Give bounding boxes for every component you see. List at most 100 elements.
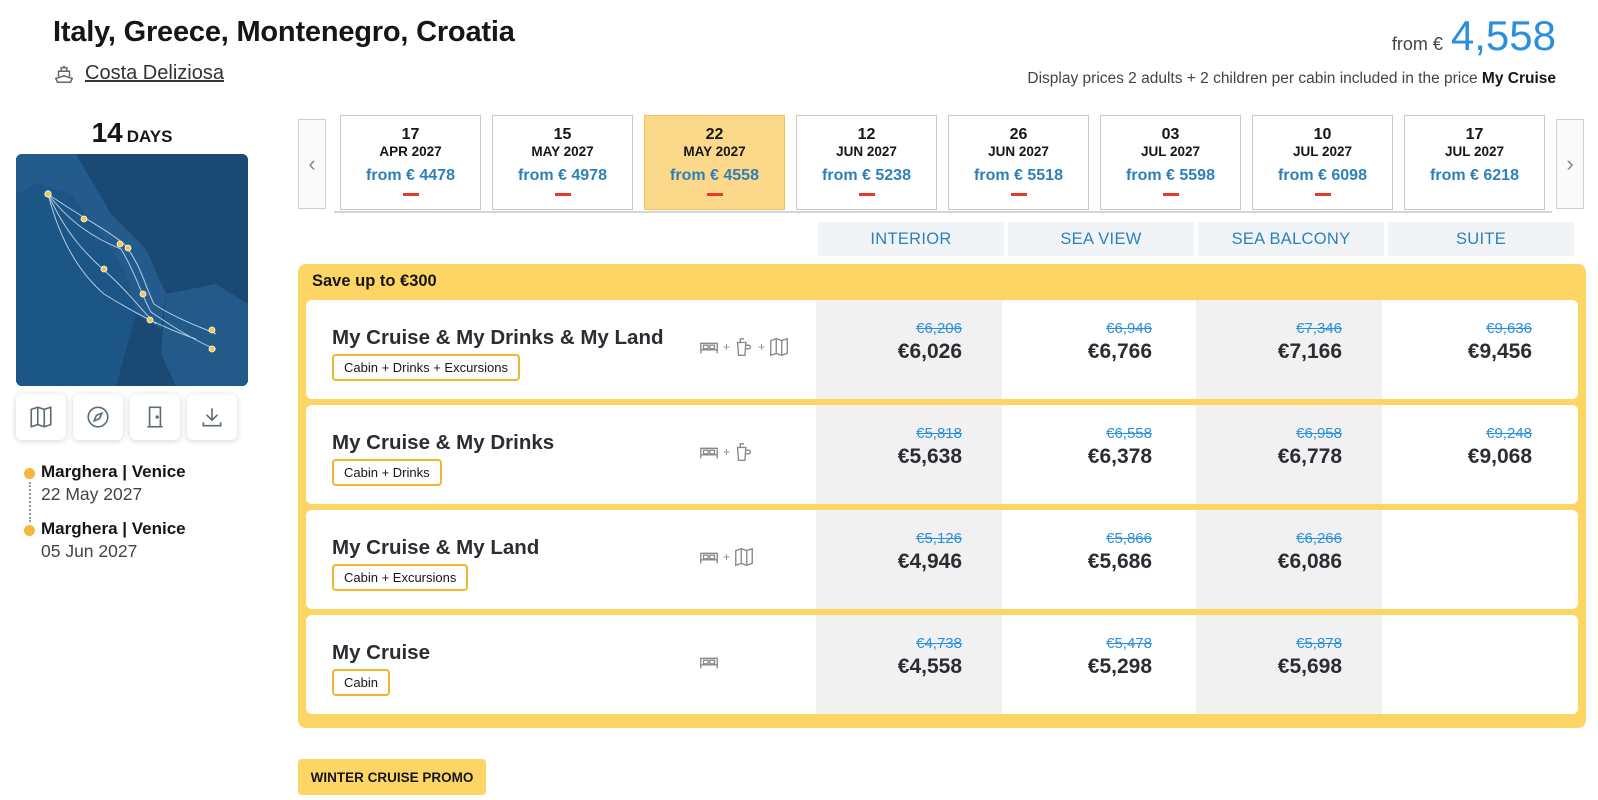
- date-card[interactable]: 15 MAY 2027 from € 4978: [492, 115, 633, 210]
- ship-link[interactable]: Costa Deliziosa: [53, 62, 224, 85]
- price-old: €6,958: [1296, 425, 1342, 442]
- price-new: €4,558: [897, 655, 962, 678]
- package-name: My Cruise & My Drinks: [332, 431, 555, 454]
- date-card[interactable]: 17 JUL 2027 from € 6218: [1404, 115, 1545, 210]
- map-view-button[interactable]: [16, 394, 66, 440]
- price-from-label: from €: [1391, 34, 1443, 54]
- price-new: €5,298: [1087, 655, 1152, 678]
- date-card-selected[interactable]: 22 MAY 2027 from € 4558: [644, 115, 785, 210]
- price-old: €5,478: [1106, 635, 1152, 652]
- date-month: JUN 2027: [988, 144, 1049, 159]
- package-icons: [698, 651, 720, 673]
- price-disclaimer: Display prices 2 adults + 2 children per…: [1027, 70, 1556, 88]
- price-cell-sea-view[interactable]: €6,558 €6,378: [1006, 405, 1192, 504]
- date-price: from € 6098: [1278, 167, 1367, 184]
- package-tag: Cabin + Excursions: [332, 564, 469, 591]
- disclaimer-bold: My Cruise: [1481, 70, 1556, 87]
- explore-button[interactable]: [73, 394, 123, 440]
- bed-icon: [700, 342, 718, 354]
- package-name: My Cruise & My Land: [332, 536, 540, 559]
- bed-icon: [700, 447, 718, 459]
- date-card[interactable]: 26 JUN 2027 from € 5518: [948, 115, 1089, 210]
- page-title: Italy, Greece, Montenegro, Croatia: [53, 16, 515, 48]
- save-up-to-label: Save up to €300: [312, 272, 437, 290]
- route-map[interactable]: [16, 154, 248, 386]
- date-card[interactable]: 10 JUL 2027 from € 6098: [1252, 115, 1393, 210]
- date-day: 17: [1465, 126, 1484, 143]
- price-cell-interior[interactable]: €5,818 €5,638: [816, 405, 1002, 504]
- date-card[interactable]: 12 JUN 2027 from € 5238: [796, 115, 937, 210]
- package-name: My Cruise: [332, 641, 430, 664]
- date-month: JUL 2027: [1444, 144, 1505, 159]
- date-day: 17: [401, 126, 420, 143]
- ship-name[interactable]: Costa Deliziosa: [85, 62, 224, 85]
- date-card[interactable]: 17 APR 2027 from € 4478: [340, 115, 481, 210]
- price-new: €9,456: [1467, 340, 1532, 363]
- promo-panel: Save up to €300 My Cruise & My Drinks & …: [298, 264, 1586, 728]
- price-cell-sea-view[interactable]: €5,866 €5,686: [1006, 510, 1192, 609]
- trip-duration: 14 DAYS: [16, 117, 248, 149]
- price-cell-suite[interactable]: €9,636 €9,456: [1386, 300, 1572, 399]
- stop-dot: [24, 468, 35, 479]
- date-day: 03: [1161, 126, 1180, 143]
- package-icons: +: [698, 546, 755, 568]
- download-button[interactable]: [187, 394, 237, 440]
- date-card[interactable]: 03 JUL 2027 from € 5598: [1100, 115, 1241, 210]
- price-old: €5,878: [1296, 635, 1342, 652]
- date-day: 15: [553, 126, 572, 143]
- price-new: €6,378: [1087, 445, 1152, 468]
- plus-icon: +: [723, 445, 731, 459]
- date-price: from € 5518: [974, 167, 1063, 184]
- price-new: €5,698: [1277, 655, 1342, 678]
- price-old: €6,558: [1106, 425, 1152, 442]
- disclaimer-text: Display prices 2 adults + 2 children per…: [1027, 70, 1478, 87]
- price-cell-sea-balcony[interactable]: €5,878 €5,698: [1196, 615, 1382, 714]
- price-old: €5,818: [916, 425, 962, 442]
- price-cell-sea-view[interactable]: €5,478 €5,298: [1006, 615, 1192, 714]
- plus-icon: +: [723, 340, 731, 354]
- price-cell-interior[interactable]: €5,126 €4,946: [816, 510, 1002, 609]
- price-old: €5,126: [916, 530, 962, 547]
- date-month: MAY 2027: [683, 144, 746, 159]
- package-name: My Cruise & My Drinks & My Land: [332, 326, 664, 349]
- date-day: 12: [857, 126, 876, 143]
- price-cell-suite[interactable]: €9,248 €9,068: [1386, 405, 1572, 504]
- price-new: €6,766: [1087, 340, 1152, 363]
- discount-indicator: [1314, 193, 1331, 196]
- date-price: from € 4978: [518, 167, 607, 184]
- carousel-prev-button[interactable]: ‹: [298, 119, 326, 209]
- package-row: My Cruise & My Land Cabin + Excursions +…: [306, 510, 1578, 609]
- price-cell-suite-empty: [1386, 510, 1572, 609]
- price-cell-sea-balcony[interactable]: €6,958 €6,778: [1196, 405, 1382, 504]
- price-cell-sea-view[interactable]: €6,946 €6,766: [1006, 300, 1192, 399]
- price-from: from € 4,558: [1392, 12, 1556, 60]
- date-price: from € 5238: [822, 167, 911, 184]
- price-cell-sea-balcony[interactable]: €7,346 €7,166: [1196, 300, 1382, 399]
- price-cell-interior[interactable]: €4,738 €4,558: [816, 615, 1002, 714]
- cabin-header-sea-balcony: SEA BALCONY: [1198, 222, 1384, 256]
- price-new: €6,086: [1277, 550, 1342, 573]
- stop-date: 22 May 2027: [41, 484, 143, 504]
- stop-port: Marghera | Venice: [41, 519, 186, 538]
- itinerary-arrival: Marghera | Venice 05 Jun 2027: [24, 519, 186, 562]
- stop-port: Marghera | Venice: [41, 462, 186, 481]
- cabin-door-button[interactable]: [130, 394, 180, 440]
- plus-icon: +: [723, 550, 731, 564]
- price-cell-sea-balcony[interactable]: €6,266 €6,086: [1196, 510, 1382, 609]
- date-price: from € 4478: [366, 167, 455, 184]
- price-new: €6,778: [1277, 445, 1342, 468]
- door-icon: [147, 406, 163, 428]
- package-tag: Cabin: [332, 669, 390, 696]
- date-day: 22: [705, 126, 724, 143]
- winter-cruise-promo-button[interactable]: WINTER CRUISE PROMO: [298, 759, 486, 795]
- cabin-header-sea-view: SEA VIEW: [1008, 222, 1194, 256]
- discount-indicator: [402, 193, 419, 196]
- discount-indicator: [1010, 193, 1027, 196]
- price-old: €4,738: [916, 635, 962, 652]
- price-cell-interior[interactable]: €6,206 €6,026: [816, 300, 1002, 399]
- date-price: from € 5598: [1126, 167, 1215, 184]
- carousel-next-button[interactable]: ›: [1556, 119, 1584, 209]
- route-map-graphic: [16, 154, 248, 386]
- days-number: 14: [91, 117, 123, 148]
- compass-icon: [87, 406, 109, 428]
